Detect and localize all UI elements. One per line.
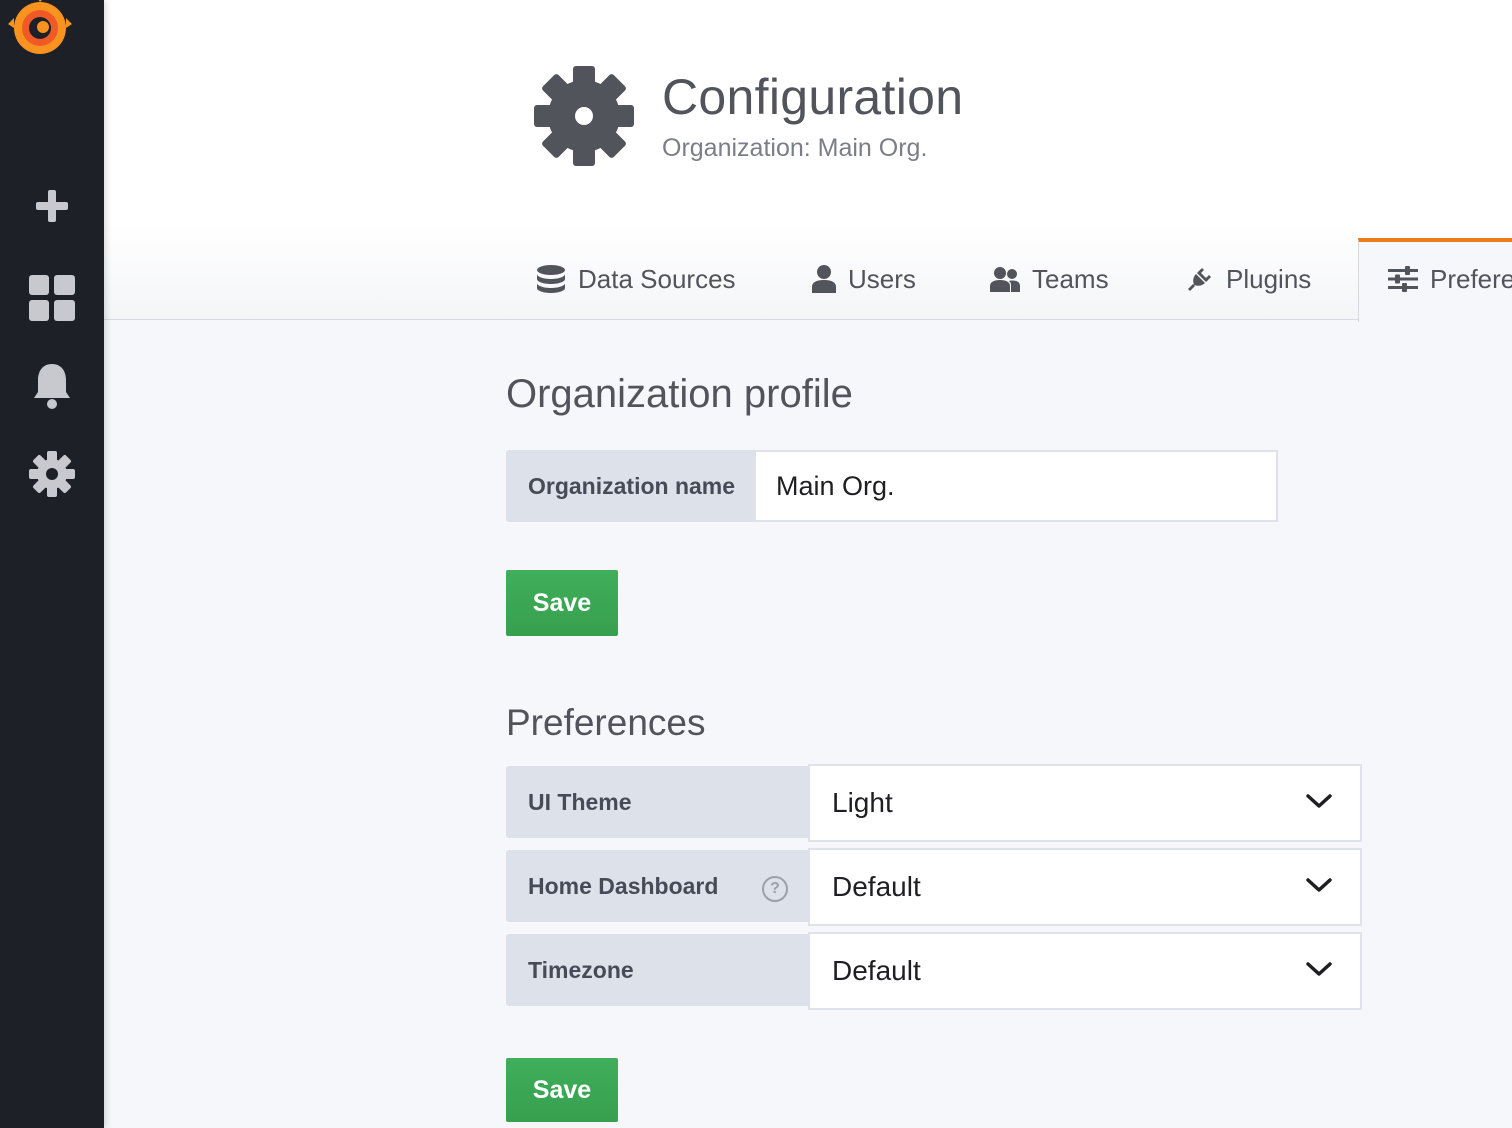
tab-plugins[interactable]: Plugins <box>1186 256 1311 302</box>
ui-theme-label: UI Theme <box>506 766 810 838</box>
timezone-label: Timezone <box>506 934 810 1006</box>
tab-label: Users <box>848 263 916 294</box>
users-icon <box>990 266 1020 292</box>
plug-icon <box>1186 265 1214 293</box>
ui-theme-select[interactable]: Light <box>808 764 1362 842</box>
sliders-icon <box>1388 266 1418 292</box>
user-icon <box>812 265 836 293</box>
org-profile-title: Organization profile <box>506 372 853 416</box>
select-value: Light <box>832 787 893 818</box>
help-icon[interactable]: ? <box>762 876 788 902</box>
save-org-button[interactable]: Save <box>506 570 618 636</box>
sidebar <box>0 0 104 1128</box>
page-subtitle: Organization: Main Org. <box>662 134 928 162</box>
tab-label: Data Sources <box>578 263 736 294</box>
tab-label: Teams <box>1032 263 1109 294</box>
tab-users[interactable]: Users <box>812 256 916 302</box>
database-icon <box>536 265 566 293</box>
tab-label: Plugins <box>1226 263 1312 294</box>
gear-icon[interactable] <box>0 450 104 498</box>
select-value: Default <box>832 955 921 986</box>
tab-teams[interactable]: Teams <box>990 256 1109 302</box>
dashboards-icon[interactable] <box>0 274 104 322</box>
tab-data-sources[interactable]: Data Sources <box>536 256 736 302</box>
page-title: Configuration <box>662 69 964 125</box>
bell-icon[interactable] <box>0 360 104 412</box>
org-name-input[interactable]: Main Org. <box>754 450 1278 522</box>
page-header: Configuration Organization: Main Org. Da… <box>104 0 1512 322</box>
preferences-title: Preferences <box>506 702 706 743</box>
tab-label: Prefere <box>1430 263 1512 294</box>
grafana-logo-icon[interactable] <box>8 0 72 62</box>
timezone-select[interactable]: Default <box>808 932 1362 1010</box>
chevron-down-icon <box>1306 877 1332 898</box>
configuration-gear-icon <box>532 64 636 168</box>
org-name-label: Organization name <box>506 450 754 522</box>
save-preferences-button[interactable]: Save <box>506 1058 618 1122</box>
select-value: Default <box>832 871 921 902</box>
plus-icon[interactable] <box>0 184 104 228</box>
home-dashboard-select[interactable]: Default <box>808 848 1362 926</box>
tab-preferences[interactable]: Prefere <box>1388 256 1512 302</box>
chevron-down-icon <box>1306 961 1332 982</box>
chevron-down-icon <box>1306 793 1332 814</box>
